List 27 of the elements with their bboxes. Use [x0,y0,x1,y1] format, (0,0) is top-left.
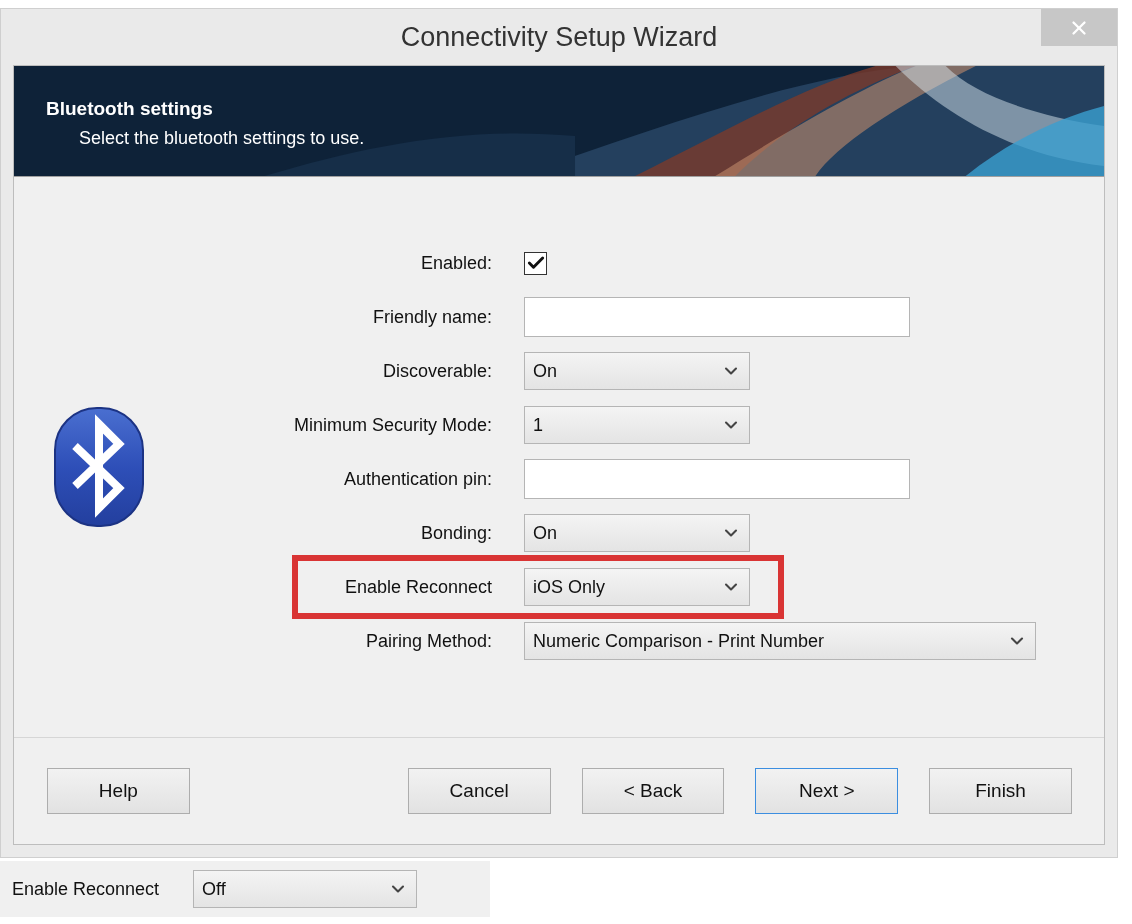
dropdown[interactable]: iOS Only [524,568,750,606]
field-label: Minimum Security Mode: [293,414,492,436]
window-title: Connectivity Setup Wizard [400,21,718,53]
dropdown[interactable]: On [524,352,750,390]
field-label: Enable Reconnect [344,576,492,598]
dropdown[interactable]: Off [193,870,418,908]
field-label: Bonding: [420,522,492,544]
dialog-button[interactable]: Cancel [407,768,551,814]
close-button[interactable] [1041,9,1117,46]
header-title: Bluetooth settings [46,98,214,120]
field-label: Discoverable: [382,360,492,382]
input-field[interactable] [524,297,910,337]
field-label: Authentication pin: [343,468,492,490]
field-label: Enable Reconnect [12,878,160,900]
dropdown[interactable]: Numeric Comparison - Print Number [524,622,1036,660]
dialog-button[interactable]: Next > [755,768,899,814]
header-subtitle: Select the bluetooth settings to use. [79,128,366,149]
dialog-button[interactable]: < Back [581,768,725,814]
dialog-button[interactable]: Finish [929,768,1072,814]
checkbox[interactable] [524,251,547,275]
dialog-button[interactable]: Help [47,768,190,814]
field-label: Pairing Method: [365,630,492,652]
field-label: Friendly name: [372,306,492,328]
dropdown[interactable]: 1 [524,406,750,444]
dropdown[interactable]: On [524,514,750,552]
input-field[interactable] [524,459,910,499]
field-label: Enabled: [420,252,492,274]
